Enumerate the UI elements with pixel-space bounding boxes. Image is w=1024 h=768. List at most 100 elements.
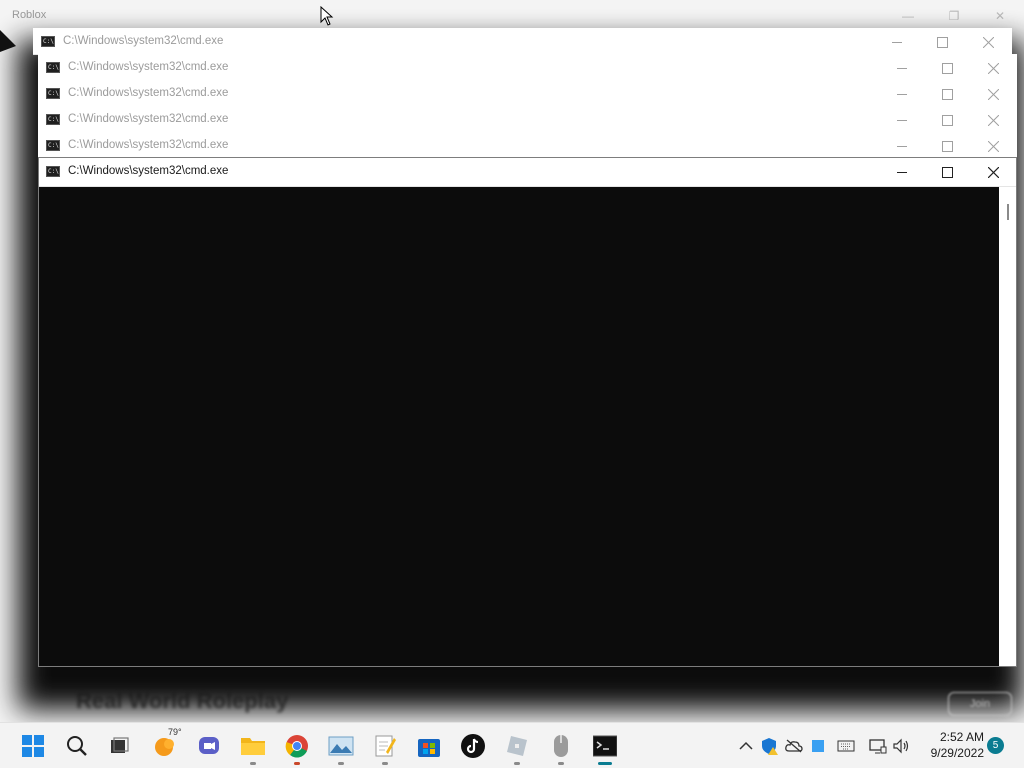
photos-icon — [328, 736, 354, 756]
minimize-icon[interactable] — [882, 109, 922, 131]
cmd-window-4[interactable]: C:\Windows\system32\cmd.exe — [38, 106, 1017, 133]
cmd-window-title: C:\Windows\system32\cmd.exe — [68, 139, 229, 151]
weather-widget[interactable]: 79° — [152, 727, 182, 759]
maximize-icon[interactable] — [927, 109, 967, 131]
task-view-icon — [111, 737, 129, 753]
mouse-cursor-icon — [320, 6, 334, 26]
windows-logo-icon — [22, 735, 44, 757]
cmd-window-title: C:\Windows\system32\cmd.exe — [68, 165, 229, 177]
security-tray[interactable] — [761, 737, 779, 755]
volume-icon — [893, 738, 909, 754]
scroll-thumb[interactable] — [1007, 204, 1009, 220]
clock-date[interactable]: 9/29/2022 — [918, 746, 984, 760]
maximize-icon[interactable] — [927, 135, 967, 157]
cmd-window-title: C:\Windows\system32\cmd.exe — [68, 61, 229, 73]
folder-icon — [241, 738, 265, 755]
maximize-icon[interactable] — [927, 83, 967, 105]
close-icon[interactable] — [973, 109, 1013, 131]
game-cursor-icon — [0, 30, 16, 52]
cmd-window-title: C:\Windows\system32\cmd.exe — [68, 113, 229, 125]
show-hidden-icons[interactable] — [737, 737, 755, 755]
mouse-icon — [554, 735, 568, 757]
cmd-window-title: C:\Windows\system32\cmd.exe — [63, 35, 224, 47]
tiktok[interactable] — [460, 733, 486, 759]
shield-warning-icon — [762, 738, 778, 755]
console-scrollbar[interactable] — [999, 187, 1016, 666]
cmd-window-2[interactable]: C:\Windows\system32\cmd.exe — [38, 54, 1017, 81]
roblox[interactable] — [504, 733, 530, 765]
keyboard-icon — [837, 740, 855, 752]
maximize-icon[interactable] — [927, 161, 967, 183]
roblox-close-icon[interactable]: ✕ — [990, 6, 1010, 26]
close-icon[interactable] — [973, 135, 1013, 157]
running-indicator — [250, 762, 256, 765]
notification-badge[interactable]: 5 — [987, 737, 1004, 754]
mouse-app[interactable] — [548, 733, 574, 765]
roblox-minimize-icon[interactable]: — — [898, 6, 918, 26]
network-icon — [869, 739, 887, 754]
minimize-icon[interactable] — [877, 31, 917, 53]
close-icon[interactable] — [973, 83, 1013, 105]
chrome-icon — [285, 735, 308, 758]
search-icon — [67, 736, 87, 756]
keyboard-tray[interactable] — [837, 737, 855, 755]
close-icon[interactable] — [973, 161, 1013, 183]
task-view-button[interactable] — [106, 733, 132, 759]
roblox-maximize-icon[interactable]: ❐ — [944, 6, 964, 26]
running-indicator — [294, 762, 300, 765]
blue-app-tray[interactable] — [809, 737, 827, 755]
running-indicator — [338, 762, 344, 765]
clock-time[interactable]: 2:52 AM — [930, 730, 984, 744]
cmd-icon — [41, 36, 55, 47]
cmd-window-title: C:\Windows\system32\cmd.exe — [68, 87, 229, 99]
photos[interactable] — [328, 733, 354, 765]
active-indicator — [598, 762, 612, 765]
start-button[interactable] — [20, 733, 46, 759]
game-title: Real World Roleplay — [76, 688, 289, 713]
running-indicator — [558, 762, 564, 765]
command-prompt[interactable] — [592, 733, 618, 765]
cmd-window-active[interactable]: C:\Windows\system32\cmd.exe — [38, 158, 1017, 187]
maximize-icon[interactable] — [922, 31, 962, 53]
onedrive-tray[interactable] — [785, 737, 803, 755]
minimize-icon[interactable] — [882, 83, 922, 105]
roblox-icon — [507, 736, 527, 756]
file-explorer[interactable] — [240, 733, 266, 765]
blue-square-icon — [812, 740, 824, 752]
cmd-icon — [46, 140, 60, 151]
minimize-icon[interactable] — [882, 135, 922, 157]
onedrive-offline-icon — [785, 739, 803, 753]
cmd-icon — [46, 114, 60, 125]
cmd-icon — [46, 166, 60, 177]
chevron-up-icon — [739, 741, 753, 750]
roblox-window-title: Roblox — [12, 9, 47, 21]
microsoft-store[interactable] — [416, 733, 442, 759]
taskbar: 79° 2:52 AM 9/29/2022 5 — [0, 722, 1024, 768]
store-icon — [418, 739, 440, 757]
cmd-window-5[interactable]: C:\Windows\system32\cmd.exe — [38, 132, 1017, 159]
close-icon[interactable] — [968, 31, 1008, 53]
chrome[interactable] — [284, 733, 310, 765]
console-area[interactable] — [39, 187, 999, 666]
tiktok-icon — [461, 734, 485, 758]
chat-camera-icon — [199, 737, 219, 754]
running-indicator — [514, 762, 520, 765]
cmd-icon — [46, 62, 60, 73]
join-button[interactable]: Join — [948, 692, 1012, 716]
cmd-window-3[interactable]: C:\Windows\system32\cmd.exe — [38, 80, 1017, 107]
search-button[interactable] — [64, 733, 90, 759]
close-icon[interactable] — [973, 57, 1013, 79]
running-indicator — [382, 762, 388, 765]
teams-chat[interactable] — [196, 733, 222, 759]
maximize-icon[interactable] — [927, 57, 967, 79]
weather-temp: 79° — [168, 727, 182, 737]
cmd-window-1[interactable]: C:\Windows\system32\cmd.exe — [33, 28, 1012, 55]
weather-sun-icon — [155, 738, 174, 756]
minimize-icon[interactable] — [882, 57, 922, 79]
minimize-icon[interactable] — [882, 161, 922, 183]
notepad[interactable] — [372, 733, 398, 765]
terminal-icon — [593, 735, 617, 757]
volume-tray[interactable] — [893, 737, 911, 755]
network-tray[interactable] — [869, 737, 887, 755]
notepad-icon — [375, 735, 396, 757]
